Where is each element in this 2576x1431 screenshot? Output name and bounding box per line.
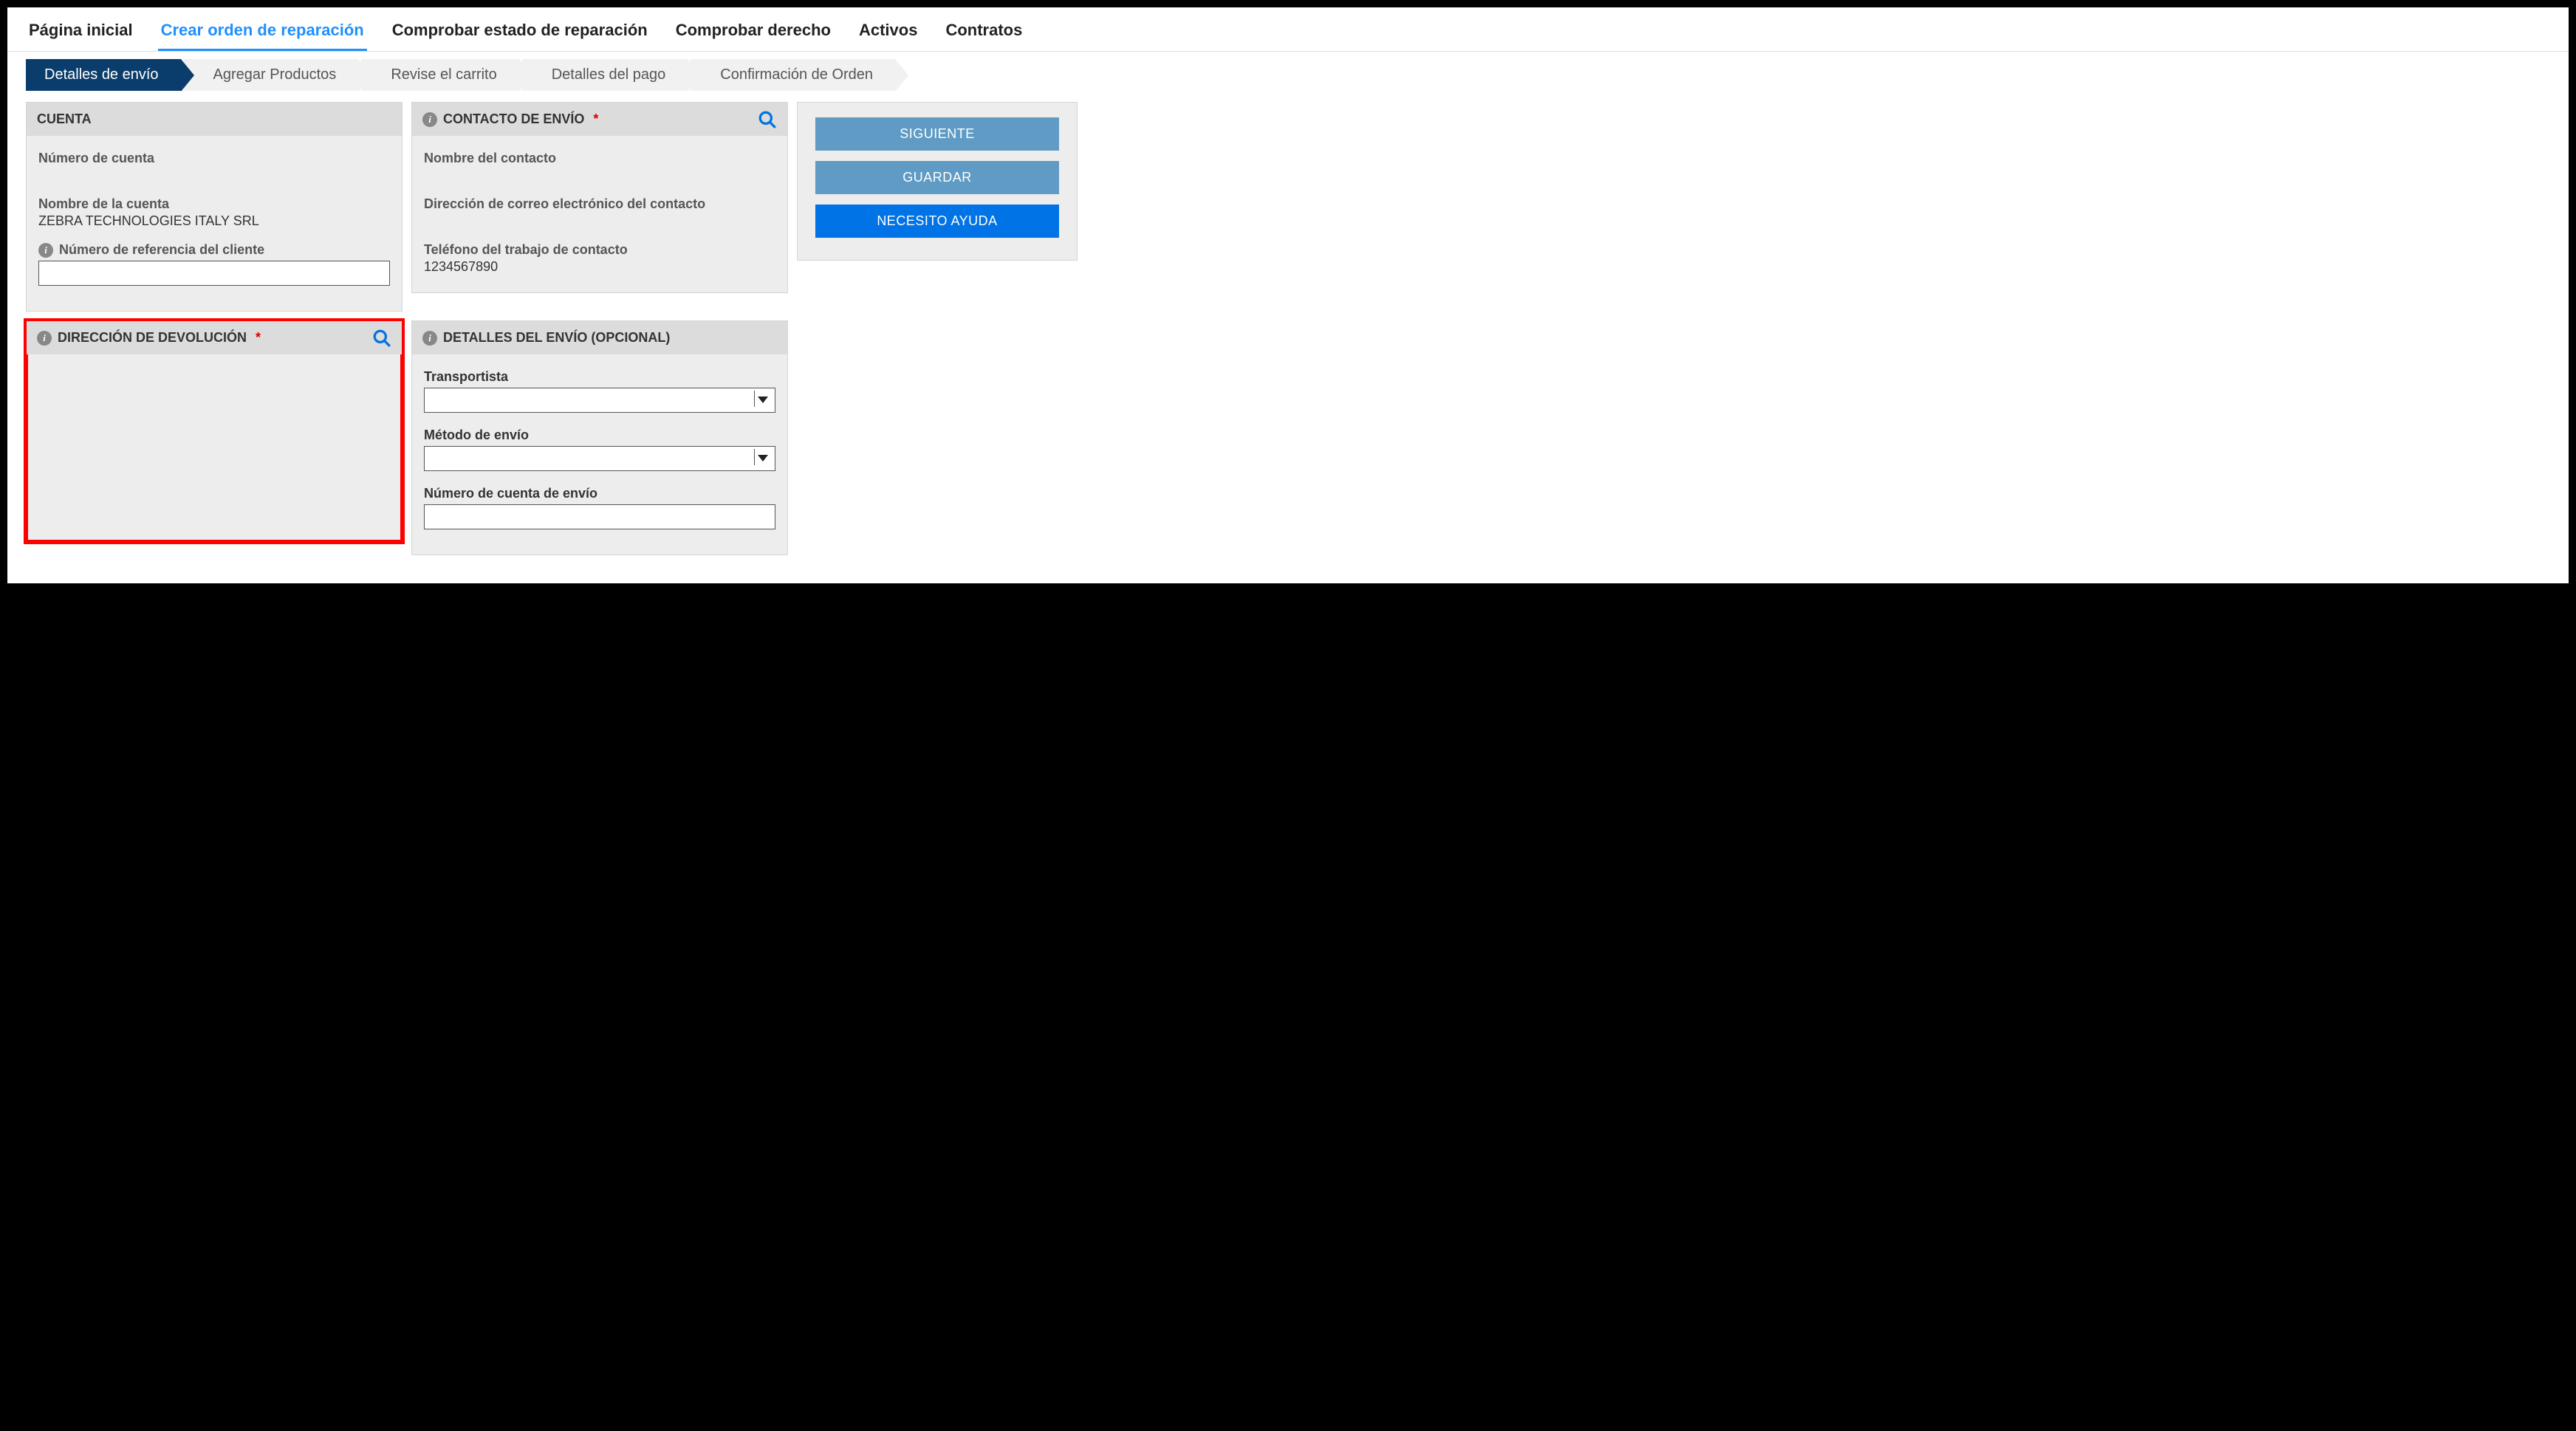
app-frame: Página inicial Crear orden de reparación… [7,7,2569,583]
customer-ref-label-row: i Número de referencia del cliente [38,242,390,258]
next-button[interactable]: SIGUIENTE [815,117,1059,151]
need-help-button[interactable]: NECESITO AYUDA [815,205,1059,238]
info-icon: i [37,331,52,346]
main-grid: CUENTA Número de cuenta Nombre de la cue… [7,102,2569,574]
return-address-title: DIRECCIÓN DE DEVOLUCIÓN [58,330,247,346]
search-icon[interactable] [372,329,391,351]
customer-ref-input[interactable] [38,261,390,286]
contact-title: CONTACTO DE ENVÍO [443,111,584,127]
account-panel: CUENTA Número de cuenta Nombre de la cue… [26,102,402,312]
nav-check-entitlement[interactable]: Comprobar derecho [673,15,834,51]
contact-email-label: Dirección de correo electrónico del cont… [424,196,775,212]
account-name-value: ZEBRA TECHNOLOGIES ITALY SRL [38,213,390,229]
contact-email-value [424,213,775,229]
account-title: CUENTA [37,111,92,127]
ship-method-label: Método de envío [424,428,775,443]
required-asterisk: * [593,111,598,127]
step-payment-details[interactable]: Detalles del pago [522,59,688,91]
shipment-details-panel: i DETALLES DEL ENVÍO (OPCIONAL) Transpor… [411,320,788,555]
carrier-label: Transportista [424,369,775,385]
nav-check-repair-status[interactable]: Comprobar estado de reparación [389,15,651,51]
contact-name-value [424,168,775,183]
ship-account-label: Número de cuenta de envío [424,486,775,501]
ship-account-input[interactable] [424,504,775,529]
contact-name-label: Nombre del contacto [424,151,775,166]
nav-home[interactable]: Página inicial [26,15,136,51]
nav-assets[interactable]: Activos [856,15,920,51]
step-shipment-details[interactable]: Detalles de envío [26,59,181,91]
ship-method-select[interactable] [424,446,775,471]
wizard-steps: Detalles de envío Agregar Productos Revi… [26,59,2550,91]
step-add-products[interactable]: Agregar Productos [184,59,359,91]
carrier-select-wrap [424,385,775,423]
contact-phone-value: 1234567890 [424,259,775,275]
search-icon[interactable] [758,110,777,133]
shipment-details-body: Transportista Método de envío Número de … [412,354,787,555]
nav-contracts[interactable]: Contratos [942,15,1025,51]
step-review-cart[interactable]: Revise el carrito [361,59,518,91]
info-icon: i [38,243,53,258]
shipment-details-header: i DETALLES DEL ENVÍO (OPCIONAL) [412,321,787,354]
actions-panel: SIGUIENTE GUARDAR NECESITO AYUDA [797,102,1078,261]
contact-phone-label: Teléfono del trabajo de contacto [424,242,775,258]
contact-panel-body: Nombre del contacto Dirección de correo … [412,136,787,292]
account-name-label: Nombre de la cuenta [38,196,390,212]
customer-ref-label: Número de referencia del cliente [59,242,264,258]
account-number-value [38,168,390,183]
info-icon: i [422,112,437,127]
required-asterisk: * [256,330,261,346]
ship-method-select-wrap [424,443,775,481]
top-nav: Página inicial Crear orden de reparación… [7,7,2569,52]
info-icon: i [422,331,437,346]
account-number-label: Número de cuenta [38,151,390,166]
save-button[interactable]: GUARDAR [815,161,1059,194]
contact-panel: i CONTACTO DE ENVÍO * Nombre del contact… [411,102,788,293]
shipment-details-title: DETALLES DEL ENVÍO (OPCIONAL) [443,330,670,346]
return-address-panel: i DIRECCIÓN DE DEVOLUCIÓN * [26,320,402,542]
step-order-confirmation[interactable]: Confirmación de Orden [691,59,895,91]
return-address-body [27,354,402,524]
contact-panel-header: i CONTACTO DE ENVÍO * [412,103,787,136]
account-panel-header: CUENTA [27,103,402,136]
nav-create-repair-order[interactable]: Crear orden de reparación [158,15,367,51]
account-panel-body: Número de cuenta Nombre de la cuenta ZEB… [27,136,402,311]
carrier-select[interactable] [424,388,775,413]
return-address-header: i DIRECCIÓN DE DEVOLUCIÓN * [27,321,402,354]
